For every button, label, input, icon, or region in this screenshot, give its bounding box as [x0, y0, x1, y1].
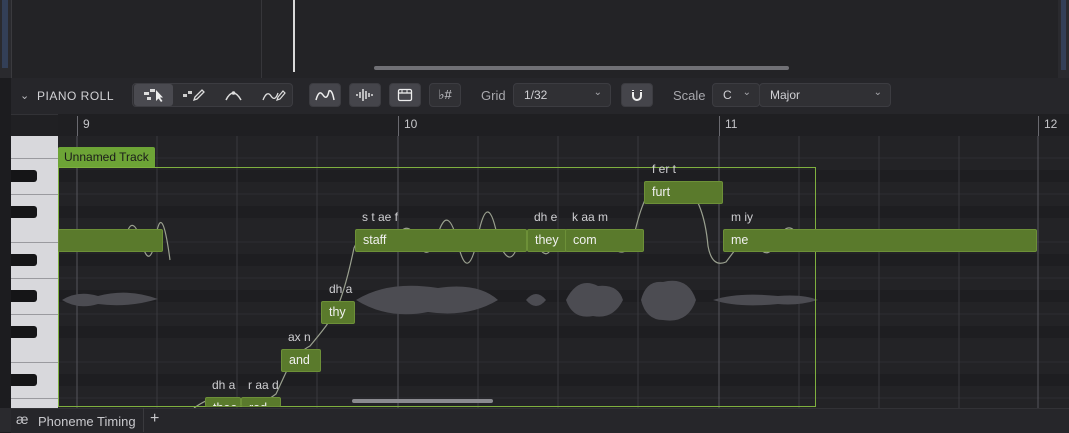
ruler-bar-tick [719, 116, 720, 136]
phoneme-icon: æ [16, 411, 29, 427]
note-phonemes: s t ae f [362, 210, 399, 224]
scale-label: Scale [673, 88, 706, 103]
timeline-ruler[interactable] [58, 114, 1069, 136]
note-phonemes: dh e [534, 210, 558, 224]
note-phonemes: dh a [212, 378, 236, 392]
select-tool-icon[interactable] [134, 84, 173, 106]
pitch-curve-tool-icon[interactable] [214, 84, 253, 106]
panel-title: PIANO ROLL [37, 89, 115, 103]
note-block[interactable]: me [723, 229, 1037, 252]
bottom-left-strip [0, 408, 11, 432]
note-block[interactable] [58, 229, 163, 252]
grid-label: Grid [481, 88, 506, 103]
note-block[interactable]: they [527, 229, 567, 252]
magnet-icon[interactable] [621, 83, 653, 107]
ruler-bar-12: 12 [1044, 117, 1058, 131]
scale-key-value: C [723, 88, 732, 102]
edit-tool-group [132, 83, 293, 107]
piano-roll-horizontal-scrollbar[interactable] [352, 399, 493, 403]
waveform-icon[interactable] [349, 83, 381, 107]
note-phonemes: ax n [288, 330, 311, 344]
ruler-bar-11: 11 [725, 117, 738, 131]
note-phonemes: r aa d [248, 378, 279, 392]
grid-value: 1/32 [524, 88, 548, 102]
add-tab-button[interactable]: + [150, 410, 159, 428]
black-key[interactable] [11, 254, 37, 266]
draw-curve-tool-icon[interactable] [254, 84, 293, 106]
right-edge-strip [1058, 0, 1069, 78]
arrangement-divider [261, 0, 262, 78]
note-block[interactable]: rod [241, 397, 281, 407]
ruler-bar-tick [1038, 116, 1039, 136]
bottom-tab-bar [11, 408, 1069, 433]
ruler-bar-9: 9 [83, 117, 90, 131]
black-key[interactable] [11, 326, 37, 338]
playhead[interactable] [293, 0, 295, 72]
note-phonemes: dh a [329, 282, 353, 296]
black-key[interactable] [11, 290, 37, 302]
ruler-bar-10: 10 [404, 117, 418, 131]
note-block[interactable]: thy [321, 301, 355, 324]
ruler-bar-tick [398, 116, 399, 136]
note-block[interactable]: staff [355, 229, 527, 252]
note-phonemes: f er t [652, 162, 677, 176]
note-phonemes: k aa m [572, 210, 609, 224]
track-name-tag[interactable]: Unnamed Track [58, 147, 155, 167]
chevron-down-icon[interactable]: ⌄ [20, 89, 29, 102]
piano-keyboard[interactable] [11, 136, 58, 408]
note-block[interactable]: thee [205, 397, 241, 407]
black-key[interactable] [11, 206, 37, 218]
chevron-down-icon: ⌄ [873, 87, 882, 98]
tab-label: Phoneme Timing [38, 414, 136, 429]
chevron-down-icon: ⌄ [742, 87, 751, 98]
ruler-bar-tick [77, 116, 78, 136]
pencil-tool-icon[interactable] [174, 84, 213, 106]
scale-key-dropdown[interactable]: C ⌄ [712, 83, 760, 107]
pitch-line-icon[interactable] [309, 83, 341, 107]
arrangement-horizontal-scrollbar[interactable] [374, 66, 789, 70]
note-phonemes: m iy [731, 210, 753, 224]
note-block[interactable]: furt [644, 181, 723, 204]
scale-mode-value: Major [770, 88, 801, 102]
scale-mode-dropdown[interactable]: Major ⌄ [759, 83, 891, 107]
left-edge-strip [0, 0, 12, 78]
black-key[interactable] [11, 374, 37, 386]
grid-dropdown[interactable]: 1/32 ⌄ [513, 83, 611, 107]
lyrics-icon[interactable] [389, 83, 421, 107]
accidentals-label: ♭# [438, 87, 452, 102]
note-block[interactable]: and [281, 349, 321, 372]
chevron-down-icon: ⌄ [593, 87, 602, 98]
accidentals-icon[interactable]: ♭# [429, 83, 461, 107]
black-key[interactable] [11, 170, 37, 182]
note-block[interactable]: com [565, 229, 644, 252]
